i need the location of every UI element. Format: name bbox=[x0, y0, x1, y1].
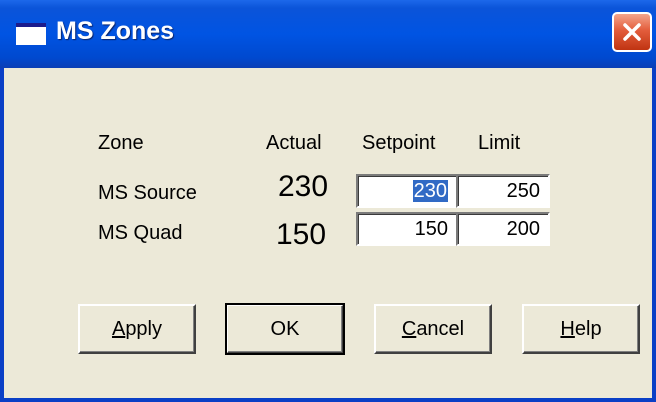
window-title: MS Zones bbox=[56, 17, 175, 45]
actual-value-ms-quad: 150 bbox=[276, 218, 327, 251]
header-limit: Limit bbox=[478, 132, 521, 154]
limit-field-ms-quad[interactable]: 200 bbox=[456, 212, 550, 246]
cancel-mnemonic: C bbox=[401, 317, 417, 340]
ok-button[interactable]: OK bbox=[225, 303, 345, 355]
header-setpoint: Setpoint bbox=[362, 132, 436, 154]
zone-label-ms-quad: MS Quad bbox=[98, 222, 183, 244]
close-icon bbox=[623, 23, 641, 41]
setpoint-field-ms-quad[interactable]: 150 bbox=[356, 212, 458, 246]
ms-zones-dialog: MS Zones Zone Actual Setpoint Limit MS S… bbox=[0, 0, 656, 402]
header-actual: Actual bbox=[266, 132, 322, 154]
header-zone: Zone bbox=[98, 132, 144, 154]
apply-label-rest: pply bbox=[125, 317, 163, 340]
actual-value-ms-source: 230 bbox=[278, 170, 329, 203]
limit-field-ms-source[interactable]: 250 bbox=[456, 174, 550, 208]
title-bar[interactable]: MS Zones bbox=[0, 0, 656, 68]
setpoint-selected-text: 230 bbox=[412, 180, 448, 202]
apply-mnemonic: A bbox=[111, 317, 126, 340]
zone-label-ms-source: MS Source bbox=[98, 182, 197, 204]
help-mnemonic: H bbox=[560, 317, 575, 340]
apply-button[interactable]: Apply bbox=[78, 304, 196, 354]
close-button[interactable] bbox=[612, 12, 652, 52]
cancel-label-rest: ancel bbox=[416, 317, 465, 340]
ok-label: OK bbox=[270, 317, 300, 340]
setpoint-field-ms-source[interactable]: 230 bbox=[356, 174, 458, 208]
help-label-rest: elp bbox=[574, 317, 602, 340]
cancel-button[interactable]: Cancel bbox=[374, 304, 492, 354]
help-button[interactable]: Help bbox=[522, 304, 640, 354]
window-icon bbox=[16, 23, 46, 45]
